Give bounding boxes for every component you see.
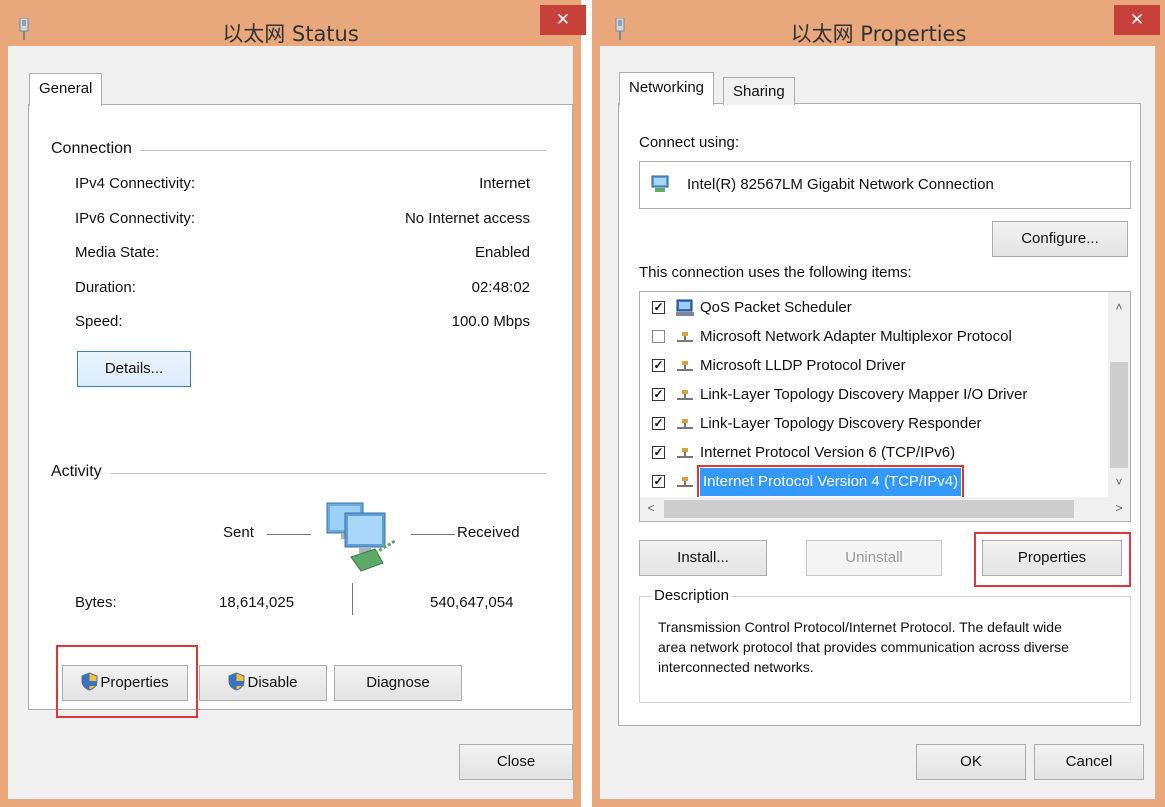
network-adapter-icon xyxy=(651,175,669,192)
protocol-icon xyxy=(677,332,693,342)
hscroll-thumb[interactable] xyxy=(664,500,1074,518)
received-line xyxy=(411,534,455,535)
speed-label: Speed: xyxy=(75,313,123,330)
scroll-down-icon[interactable]: ˅ xyxy=(1108,475,1130,489)
uac-shield-icon xyxy=(228,672,245,691)
list-item[interactable]: ✓ Internet Protocol Version 4 (TCP/IPv4) xyxy=(640,465,1105,499)
install-button[interactable]: Install... xyxy=(639,540,767,576)
cancel-button[interactable]: Cancel xyxy=(1034,744,1144,780)
protocol-icon xyxy=(677,390,693,400)
disable-label: Disable xyxy=(247,674,298,691)
networking-tab-page: Connect using: Intel(R) 82567LM Gigabit … xyxy=(618,103,1141,726)
items-listbox[interactable]: ✓ QoS Packet Scheduler Microsoft Network A… xyxy=(639,291,1131,522)
item-checkbox[interactable] xyxy=(652,330,665,343)
protocol-icon xyxy=(677,419,693,429)
duration-value: 02:48:02 xyxy=(471,279,530,296)
item-label: Microsoft Network Adapter Multiplexor Pr… xyxy=(700,328,1012,345)
network-computers-icon xyxy=(326,502,396,572)
activity-group-line xyxy=(51,473,547,474)
disable-button[interactable]: Disable xyxy=(199,665,327,701)
item-checkbox[interactable]: ✓ xyxy=(652,446,665,459)
items-vertical-scrollbar[interactable]: ˄ ˅ xyxy=(1108,292,1130,497)
status-window: 以太网 Status ✕ General Connection IPv4 Con… xyxy=(0,0,586,807)
scroll-left-icon[interactable]: < xyxy=(640,501,662,515)
speed-value: 100.0 Mbps xyxy=(451,313,530,330)
scroll-up-icon[interactable]: ˄ xyxy=(1108,300,1130,314)
ipv6-value: No Internet access xyxy=(404,210,530,227)
ipv6-label: IPv6 Connectivity: xyxy=(75,210,196,227)
item-label: QoS Packet Scheduler xyxy=(700,299,852,316)
status-client-area: General Connection IPv4 Connectivity: In… xyxy=(8,46,573,799)
list-item[interactable]: ✓ Link-Layer Topology Discovery Mapper I/… xyxy=(640,381,1105,409)
protocol-icon xyxy=(677,361,693,371)
connect-using-label: Connect using: xyxy=(639,134,740,151)
list-item[interactable]: Microsoft Network Adapter Multiplexor Pr… xyxy=(640,323,1105,351)
adapter-box: Intel(R) 82567LM Gigabit Network Connect… xyxy=(639,161,1131,209)
selected-item-label: Internet Protocol Version 4 (TCP/IPv4) xyxy=(696,465,965,499)
tab-general[interactable]: General xyxy=(29,73,103,106)
item-checkbox[interactable]: ✓ xyxy=(652,388,665,401)
general-tab-page: Connection IPv4 Connectivity: Internet I… xyxy=(28,104,573,718)
details-button[interactable]: Details... xyxy=(77,351,191,387)
uninstall-button[interactable]: Uninstall xyxy=(806,540,942,576)
close-button[interactable]: Close xyxy=(459,744,573,780)
connection-heading: Connection xyxy=(51,140,140,158)
media-state-label: Media State: xyxy=(75,244,160,261)
protocol-icon xyxy=(677,448,693,458)
list-item[interactable]: ✓ Link-Layer Topology Discovery Responder xyxy=(640,410,1105,438)
diagnose-button[interactable]: Diagnose xyxy=(334,665,462,701)
item-label: Microsoft LLDP Protocol Driver xyxy=(700,357,906,374)
list-item[interactable]: ✓ Microsoft LLDP Protocol Driver xyxy=(640,352,1105,380)
items-horizontal-scrollbar[interactable]: < > xyxy=(640,497,1130,521)
protocol-icon xyxy=(677,477,693,487)
ok-button[interactable]: OK xyxy=(916,744,1026,780)
ipv4-value: Internet xyxy=(479,175,530,192)
properties-window: 以太网 Properties ✕ Networking Sharing Conn… xyxy=(592,0,1165,807)
media-state-value: Enabled xyxy=(474,244,530,261)
sent-label: Sent xyxy=(223,524,254,541)
list-item[interactable]: ✓ Internet Protocol Version 6 (TCP/IPv6) xyxy=(640,439,1105,467)
item-properties-highlight xyxy=(974,532,1131,587)
bytes-sent-value: 18,614,025 xyxy=(219,594,295,611)
item-checkbox[interactable]: ✓ xyxy=(652,475,665,488)
bytes-label: Bytes: xyxy=(75,594,117,611)
description-text: Transmission Control Protocol/Internet P… xyxy=(658,619,1069,675)
duration-label: Duration: xyxy=(75,279,136,296)
description-group: Description Transmission Control Protoco… xyxy=(639,587,1131,703)
qos-scheduler-icon xyxy=(676,299,694,316)
scroll-thumb[interactable] xyxy=(1110,362,1128,468)
bytes-divider xyxy=(352,583,353,615)
tab-networking[interactable]: Networking xyxy=(619,72,715,105)
properties-window-title: 以太网 Properties xyxy=(790,22,967,46)
bytes-received-value: 540,647,054 xyxy=(430,594,514,611)
description-heading: Description xyxy=(652,587,732,604)
properties-close-icon[interactable]: ✕ xyxy=(1114,5,1160,35)
sent-line xyxy=(267,534,311,535)
activity-heading: Activity xyxy=(51,463,110,481)
item-label: Internet Protocol Version 6 (TCP/IPv6) xyxy=(700,444,956,461)
list-item[interactable]: ✓ QoS Packet Scheduler xyxy=(640,294,1105,322)
ipv4-label: IPv4 Connectivity: xyxy=(75,175,196,192)
item-checkbox[interactable]: ✓ xyxy=(652,359,665,372)
properties-client-area: Networking Sharing Connect using: Intel(… xyxy=(600,46,1155,799)
status-properties-highlight xyxy=(56,645,198,718)
item-label: Link-Layer Topology Discovery Responder xyxy=(700,415,982,432)
tab-sharing[interactable]: Sharing xyxy=(723,77,795,105)
item-label: Link-Layer Topology Discovery Mapper I/O… xyxy=(700,386,1028,403)
item-checkbox[interactable]: ✓ xyxy=(652,417,665,430)
scroll-right-icon[interactable]: > xyxy=(1108,501,1130,515)
adapter-name: Intel(R) 82567LM Gigabit Network Connect… xyxy=(687,176,994,193)
status-close-icon[interactable]: ✕ xyxy=(540,5,586,35)
items-label: This connection uses the following items… xyxy=(639,264,912,281)
received-label: Received xyxy=(457,524,520,541)
status-window-title: 以太网 Status xyxy=(222,22,359,46)
item-checkbox[interactable]: ✓ xyxy=(652,301,665,314)
configure-button[interactable]: Configure... xyxy=(992,221,1128,257)
